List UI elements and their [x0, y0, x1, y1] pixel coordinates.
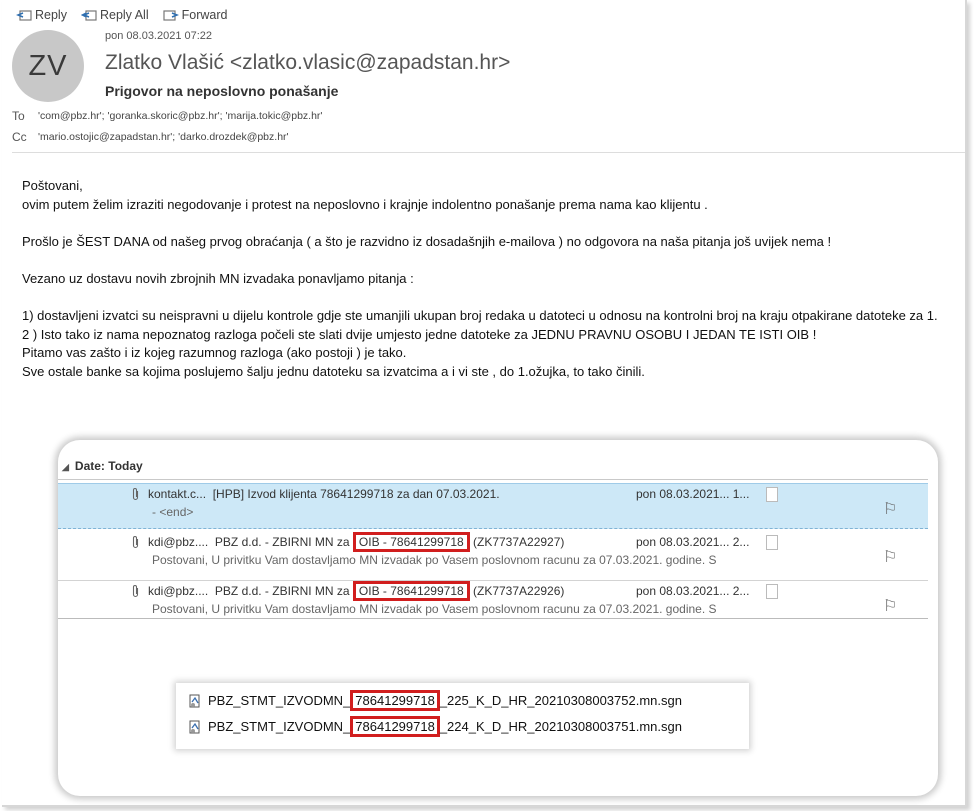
paperclip-icon	[131, 487, 140, 504]
to-recipients[interactable]: 'com@pbz.hr'; 'goranka.skoric@pbz.hr'; '…	[38, 110, 322, 122]
mail-subject: [HPB] Izvod klijenta 78641299718 za dan …	[212, 487, 500, 501]
embedded-screenshot: ◢ Date: Today kontakt.c... [HPB] Izvod kl…	[58, 440, 938, 796]
reply-label: Reply	[35, 8, 67, 22]
cc-label: Cc	[12, 130, 27, 144]
mail-item-summary: kdi@pbz.... PBZ d.d. - ZBIRNI MN za OIB …	[148, 581, 565, 601]
body-paragraph: ovim putem želim izraziti negodovanje i …	[22, 196, 708, 212]
mail-subject-suffix: (ZK7737A22927)	[469, 535, 565, 549]
body-paragraph: Vezano uz dostavu novih zbrojnih MN izva…	[22, 270, 414, 286]
forward-icon	[163, 10, 179, 21]
flag-icon[interactable]: ⚐	[883, 499, 897, 519]
reply-all-button[interactable]: Reply All	[80, 8, 149, 22]
oib-highlight: 78641299718	[350, 690, 440, 711]
body-paragraph: 1) dostavljeni izvatci su neispravni u d…	[22, 308, 938, 324]
cc-recipients[interactable]: 'mario.ostojic@zapadstan.hr'; 'darko.dro…	[38, 131, 289, 143]
mail-date: pon 08.03.2021... 2...	[636, 584, 750, 598]
mail-date: pon 08.03.2021... 2...	[636, 535, 750, 549]
mail-preview: - <end>	[152, 505, 194, 519]
flag-icon[interactable]: ⚐	[883, 547, 897, 567]
signed-file-icon	[189, 720, 200, 733]
message-toolbar: Reply Reply All Forward	[16, 8, 227, 22]
mail-list-item[interactable]: kdi@pbz.... PBZ d.d. - ZBIRNI MN za OIB …	[58, 532, 928, 576]
mail-from: kdi@pbz....	[148, 535, 209, 549]
mail-preview: Postovani, U privitku Vam dostavljamo MN…	[152, 602, 717, 616]
mail-list-item[interactable]: kontakt.c... [HPB] Izvod klijenta 786412…	[58, 483, 928, 529]
category-box[interactable]	[766, 584, 778, 599]
attachment-file[interactable]: PBZ_STMT_IZVODMN_ 78641299718 _224_K_D_HR_…	[188, 716, 682, 737]
flag-icon[interactable]: ⚐	[883, 596, 897, 616]
paperclip-icon	[131, 584, 140, 601]
to-label: To	[12, 109, 25, 123]
mail-from: kontakt.c...	[148, 487, 207, 501]
body-paragraph: 2 ) Isto tako iz nama nepoznatog razloga…	[22, 326, 817, 342]
reply-all-label: Reply All	[99, 8, 149, 22]
mail-from: kdi@pbz....	[148, 584, 209, 598]
body-paragraph: Prošlo je ŠEST DANA od našeg prvog obrać…	[22, 233, 832, 249]
oib-highlight: 78641299718	[350, 716, 440, 737]
body-paragraph: Pitamo vas zašto i iz kojeg razumnog raz…	[22, 345, 407, 361]
file-name-prefix: PBZ_STMT_IZVODMN_	[208, 719, 351, 734]
mail-preview: Postovani, U privitku Vam dostavljamo MN…	[152, 553, 717, 567]
oib-highlight: OIB - 78641299718	[352, 532, 470, 552]
file-name-suffix: _225_K_D_HR_20210308003752.mn.sgn	[439, 693, 682, 708]
sender-avatar: ZV	[12, 30, 84, 102]
body-paragraph: Sve ostale banke sa kojima poslujemo šal…	[22, 363, 645, 379]
mail-subject-prefix: PBZ d.d. - ZBIRNI MN za	[214, 535, 353, 549]
category-box[interactable]	[766, 487, 778, 502]
body-greeting: Poštovani,	[22, 178, 83, 193]
reply-button[interactable]: Reply	[16, 8, 67, 22]
forward-label: Forward	[181, 8, 228, 22]
email-subject: Prigovor na neposlovno ponašanje	[105, 83, 339, 99]
reply-icon	[16, 10, 32, 21]
mail-subject-prefix: PBZ d.d. - ZBIRNI MN za	[214, 584, 353, 598]
email-reading-pane: Reply Reply All Forward ZV pon 08.03.202…	[2, 0, 967, 807]
mail-group-header[interactable]: ◢ Date: Today	[62, 459, 143, 473]
sent-date: pon 08.03.2021 07:22	[105, 30, 213, 42]
mail-item-summary: kontakt.c... [HPB] Izvod klijenta 786412…	[148, 487, 500, 501]
category-box[interactable]	[766, 535, 778, 550]
attachment-file-list: PBZ_STMT_IZVODMN_ 78641299718 _225_K_D_HR_…	[176, 683, 749, 749]
oib-highlight: OIB - 78641299718	[352, 581, 470, 601]
header-divider	[12, 152, 965, 153]
signed-file-icon	[189, 694, 200, 707]
file-name-prefix: PBZ_STMT_IZVODMN_	[208, 693, 351, 708]
reply-all-icon	[80, 10, 97, 21]
group-header-label: Date: Today	[74, 459, 143, 473]
paperclip-icon	[131, 535, 140, 552]
mail-item-summary: kdi@pbz.... PBZ d.d. - ZBIRNI MN za OIB …	[148, 532, 565, 552]
file-name-suffix: _224_K_D_HR_20210308003751.mn.sgn	[439, 719, 682, 734]
email-body: Poštovani, ovim putem želim izraziti neg…	[22, 177, 967, 382]
collapse-triangle-icon: ◢	[62, 462, 69, 472]
sender-name[interactable]: Zlatko Vlašić <zlatko.vlasic@zapadstan.h…	[105, 51, 510, 75]
forward-button[interactable]: Forward	[163, 8, 228, 22]
mail-subject-suffix: (ZK7737A22926)	[469, 584, 565, 598]
attachment-file[interactable]: PBZ_STMT_IZVODMN_ 78641299718 _225_K_D_HR_…	[188, 690, 682, 711]
mail-date: pon 08.03.2021... 1...	[636, 487, 750, 501]
